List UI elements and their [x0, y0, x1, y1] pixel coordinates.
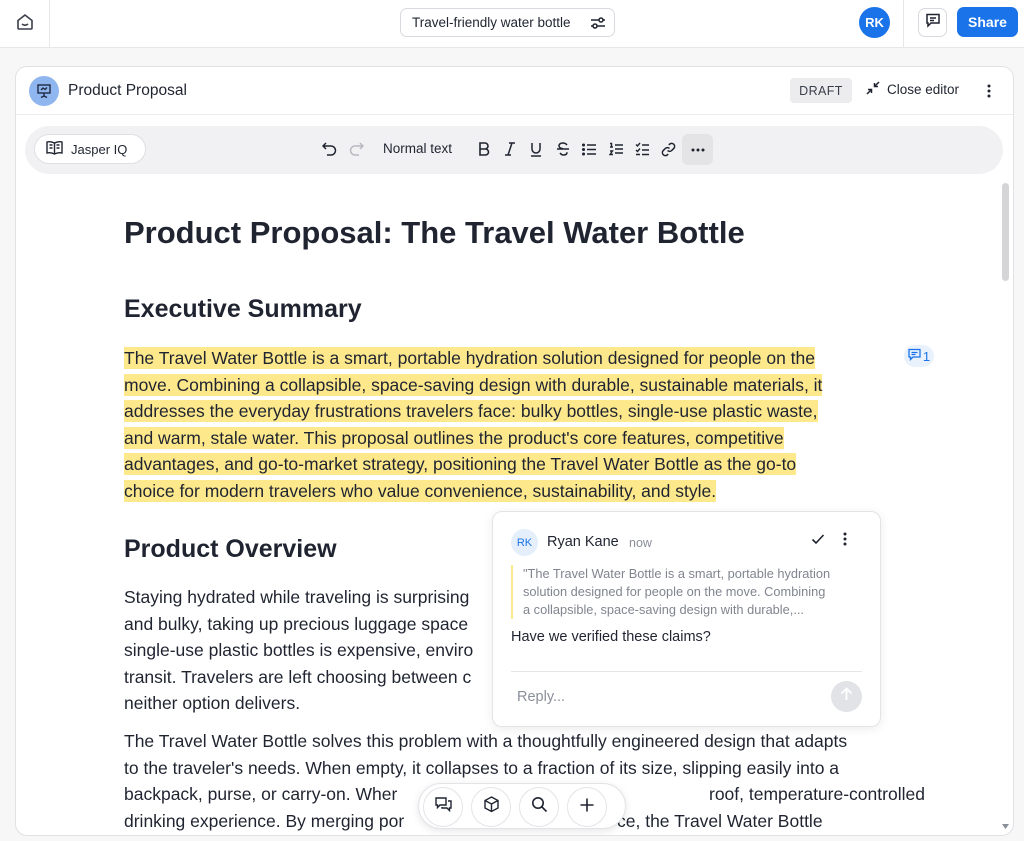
text-line: transit. Travelers are left choosing bet…: [124, 666, 472, 687]
quote-line: "The Travel Water Bottle is a smart, por…: [523, 566, 831, 581]
quoted-text: "The Travel Water Bottle is a smart, por…: [511, 565, 866, 619]
cube-icon: [483, 796, 500, 818]
cube-button[interactable]: [471, 787, 511, 827]
quote-line: a collapsible, space-saving design with …: [523, 602, 804, 617]
checklist-icon[interactable]: [632, 139, 652, 159]
text-line: The Travel Water Bottle solves this prob…: [124, 731, 848, 751]
status-badge: DRAFT: [790, 78, 852, 103]
text-fragment: ce, the Travel Water Bottle: [617, 810, 823, 831]
jasper-iq-button[interactable]: Jasper IQ: [34, 134, 146, 164]
undo-icon[interactable]: [319, 139, 339, 159]
text-fragment: roof, temperature-controlled: [709, 784, 925, 804]
home-button[interactable]: [0, 0, 50, 48]
add-button[interactable]: [567, 787, 607, 827]
highlighted-line: move. Combining a collapsible, space-sav…: [124, 373, 823, 396]
highlighted-line: choice for modern travelers who value co…: [124, 479, 717, 502]
highlighted-line: advantages, and go-to-market strategy, p…: [124, 453, 797, 475]
text-line: to the traveler's needs. When empty, it …: [124, 757, 840, 778]
comment-time: now: [629, 536, 652, 550]
text-line: and bulky, taking up precious luggage sp…: [124, 613, 469, 634]
text-fragment: backpack, purse, or carry-on. Wher: [124, 784, 398, 804]
chat-icon: [434, 796, 452, 818]
search-icon: [531, 796, 548, 818]
document-name: Product Proposal: [68, 82, 187, 99]
paragraph-executive-summary[interactable]: The Travel Water Bottle is a smart, port…: [124, 345, 823, 504]
topic-label: Travel-friendly water bottle: [412, 15, 571, 30]
divider: [903, 0, 904, 48]
send-button[interactable]: [831, 681, 862, 712]
comment-icon: [925, 12, 941, 33]
redo-icon[interactable]: [346, 139, 366, 159]
chat-button[interactable]: [423, 787, 463, 827]
highlighted-line: addresses the everyday frustrations trav…: [124, 400, 818, 422]
presentation-icon: [29, 76, 59, 106]
collapse-icon: [866, 81, 887, 98]
document-title: Product Proposal: The Travel Water Bottl…: [124, 215, 745, 250]
formatting-toolbar: Jasper IQ Normal text: [25, 126, 1003, 174]
text-fragment: drinking experience. By merging por: [124, 810, 405, 831]
numbered-list-icon[interactable]: [606, 139, 626, 159]
section-heading: Executive Summary: [124, 295, 362, 323]
comment-author-avatar: RK: [511, 529, 538, 556]
text-line: single-use plastic bottles is expensive,…: [124, 640, 474, 660]
arrow-up-icon: [840, 687, 853, 706]
comment-options-icon[interactable]: [843, 532, 847, 551]
share-button[interactable]: Share: [957, 7, 1018, 37]
editor-header: Product Proposal DRAFT Close editor: [16, 67, 1013, 115]
close-editor-label: Close editor: [887, 82, 960, 97]
paragraph-product-overview[interactable]: Staying hydrated while traveling is surp…: [124, 584, 473, 717]
scrollbar-thumb[interactable]: [1002, 183, 1009, 281]
text-style-dropdown[interactable]: Normal text: [383, 141, 452, 156]
top-bar: Travel-friendly water bottle RK Share: [0, 0, 1024, 48]
quote-line: solution designed for people on the move…: [523, 584, 826, 599]
home-icon: [15, 12, 35, 37]
bold-icon[interactable]: [474, 139, 494, 159]
text-line: neither option delivers.: [124, 693, 301, 713]
comment-popup: RK Ryan Kane now "The Travel Water Bottl…: [492, 511, 881, 727]
search-button[interactable]: [519, 787, 559, 827]
topic-selector[interactable]: Travel-friendly water bottle: [400, 8, 615, 37]
comment-icon: [908, 348, 923, 364]
more-options-icon[interactable]: [982, 81, 996, 101]
highlighted-line: and warm, stale water. This proposal out…: [124, 426, 784, 449]
reply-input[interactable]: [511, 680, 811, 714]
comment-thread-marker[interactable]: 1: [904, 345, 934, 367]
comment-author: Ryan Kane: [547, 534, 619, 550]
jasper-iq-label: Jasper IQ: [71, 141, 128, 157]
comment-message: Have we verified these claims?: [511, 629, 711, 645]
italic-icon[interactable]: [500, 139, 520, 159]
resolve-check-icon[interactable]: [811, 532, 825, 551]
comment-count: 1: [922, 348, 931, 364]
section-heading: Product Overview: [124, 535, 337, 563]
divider: [511, 671, 862, 672]
bullet-list-icon[interactable]: [579, 139, 599, 159]
comments-button[interactable]: [918, 8, 947, 37]
sliders-icon: [590, 15, 606, 34]
book-icon: [46, 140, 71, 158]
link-icon[interactable]: [658, 139, 678, 159]
text-line: Staying hydrated while traveling is surp…: [124, 587, 470, 607]
strikethrough-icon[interactable]: [553, 139, 573, 159]
editor-card: Product Proposal DRAFT Close editor Jasp…: [15, 66, 1014, 836]
more-icon[interactable]: [682, 134, 713, 165]
highlighted-line: The Travel Water Bottle is a smart, port…: [124, 347, 815, 369]
user-avatar[interactable]: RK: [859, 7, 890, 38]
underline-icon[interactable]: [526, 139, 546, 159]
plus-icon: [579, 797, 595, 818]
close-editor-button[interactable]: Close editor: [866, 81, 959, 98]
floating-toolbar: [418, 783, 626, 829]
scroll-down-icon[interactable]: [1001, 818, 1010, 829]
